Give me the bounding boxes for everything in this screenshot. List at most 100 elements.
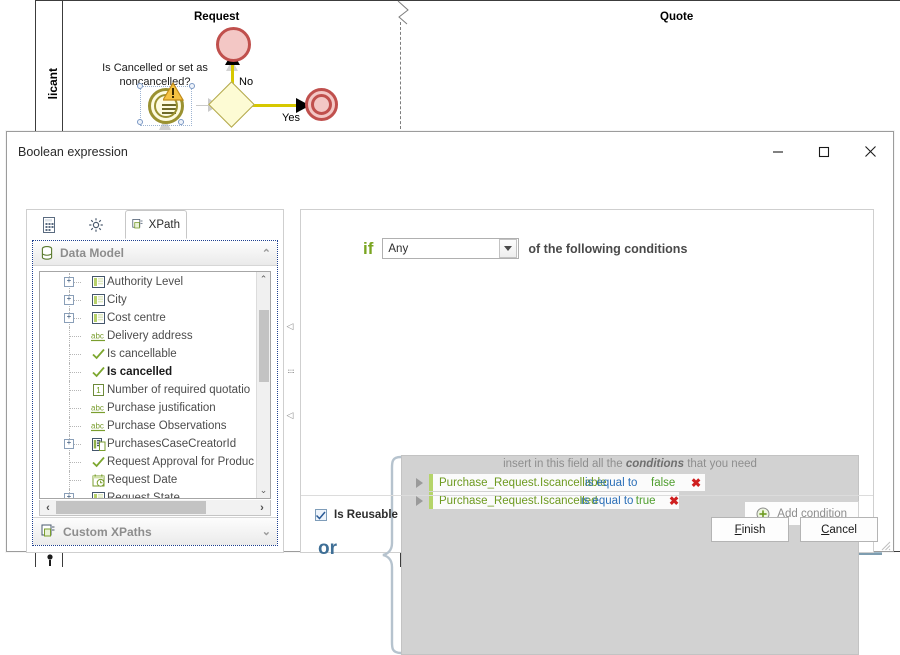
pool-top-border	[35, 0, 900, 1]
hint-post: that you need	[687, 458, 757, 470]
minimize-button[interactable]	[755, 137, 801, 167]
tree-item-purchase-justification[interactable]: abc Purchase justification	[40, 399, 256, 417]
splitter-collapse-left-icon-2[interactable]: ◁	[287, 410, 294, 421]
number-icon: 1	[90, 384, 107, 396]
maximize-button[interactable]	[801, 137, 847, 167]
condition-expander-icon[interactable]	[410, 477, 429, 488]
tree-item-is-cancellable[interactable]: Is cancellable	[40, 345, 256, 363]
data-model-accordion: Data Model ⌃ Authority Level City Cost cen…	[32, 240, 278, 546]
conditions-drop-area[interactable]: insert in this field all the conditions …	[401, 455, 859, 655]
tree-vertical-scrollbar[interactable]: ⌃ ⌄	[256, 272, 270, 498]
condition-operator[interactable]: is equal to	[585, 477, 651, 489]
tree-indent-guide	[43, 471, 90, 489]
close-button[interactable]	[847, 137, 893, 167]
tree-expander-icon[interactable]	[64, 493, 74, 498]
boolean-expression-dialog: Boolean expression XPath Data Model ⌃ + …	[6, 131, 894, 655]
tree-item-request-approval-for-produc[interactable]: Request Approval for Produc	[40, 453, 256, 471]
tree-item-request-date[interactable]: Request Date	[40, 471, 256, 489]
boolean-check-icon	[90, 456, 107, 468]
end-event-right[interactable]	[305, 88, 338, 121]
tree-item-label: PurchasesCaseCreatorId	[107, 438, 237, 450]
tree-expander-icon[interactable]	[64, 313, 74, 323]
tree-item-request-state[interactable]: Request State	[40, 489, 256, 498]
condition-variable[interactable]: Purchase_Request.Iscancelled	[433, 495, 598, 507]
tree-item-label: Is cancelled	[107, 366, 173, 378]
svg-text:abc: abc	[91, 422, 104, 431]
dialog-footer: Finish Cancel	[7, 509, 893, 553]
pane-splitter[interactable]: ◁ ⁞⁞ ◁	[284, 321, 296, 421]
chevron-up-icon[interactable]: ⌃	[262, 247, 271, 260]
scroll-up-arrow-icon[interactable]: ⌃	[257, 272, 270, 287]
pane-tabstrip: XPath	[27, 210, 283, 240]
tree-item-purchasescasecreatorid[interactable]: PurchasesCaseCreatorId	[40, 435, 256, 453]
resize-handle-se[interactable]	[178, 119, 184, 125]
tree-item-label: Request Approval for Produc	[107, 456, 255, 468]
data-model-tree[interactable]: Authority LevelCity Cost centre abcDeliver…	[39, 271, 271, 499]
tree-indent-guide	[43, 453, 90, 471]
tree-item-label: Request Date	[107, 474, 178, 486]
dialog-title: Boolean expression	[18, 144, 128, 159]
tree-indent-guide	[43, 291, 90, 309]
resize-grip-icon[interactable]	[879, 539, 891, 551]
finish-button[interactable]: Finish	[711, 517, 789, 542]
tree-vscroll-thumb[interactable]	[259, 310, 269, 382]
delete-condition-icon[interactable]: ✖	[691, 477, 701, 489]
dropdown-arrow-icon	[504, 245, 513, 251]
accordion-header-label: Data Model	[60, 246, 125, 260]
tree-item-cost-centre[interactable]: Cost centre	[40, 309, 256, 327]
lane-dashed-divider	[400, 22, 401, 134]
diagram-annotation: Is Cancelled or set as noncancelled?	[102, 62, 208, 88]
tab-xpath-label: XPath	[148, 218, 180, 231]
dialog-titlebar[interactable]: Boolean expression	[7, 132, 893, 171]
tree-item-delivery-address[interactable]: abc Delivery address	[40, 327, 256, 345]
condition-body[interactable]: Purchase_Request.Iscancellable is equal t…	[429, 474, 705, 491]
record-icon	[90, 437, 107, 451]
condition-operator[interactable]: is equal to	[581, 495, 636, 507]
condition-expander-icon[interactable]	[410, 495, 429, 506]
end-event-top[interactable]	[216, 27, 251, 62]
entity-icon	[90, 312, 107, 324]
conditions-hint: insert in this field all the conditions …	[402, 458, 858, 470]
resize-handle-sw[interactable]	[137, 119, 143, 125]
condition-row[interactable]: Purchase_Request.Iscancellable is equal t…	[410, 474, 705, 491]
tree-expander-icon[interactable]	[64, 439, 74, 449]
tree-item-city[interactable]: City	[40, 291, 256, 309]
delete-condition-icon[interactable]: ✖	[669, 495, 679, 507]
boolean-check-icon	[90, 348, 107, 360]
tree-item-label: Number of required quotatio	[107, 384, 251, 396]
cancel-label-rest: ancel	[829, 523, 857, 536]
finish-label-rest: inish	[741, 523, 766, 536]
tree-item-purchase-observations[interactable]: abc Purchase Observations	[40, 417, 256, 435]
tab-form-fields[interactable]	[31, 210, 67, 239]
tree-item-number-of-required-quotatio[interactable]: 1 Number of required quotatio	[40, 381, 256, 399]
tab-xpath[interactable]: XPath	[125, 210, 187, 239]
tree-indent-guide	[43, 327, 90, 345]
splitter-collapse-left-icon[interactable]: ◁	[287, 321, 294, 332]
tree-indent-guide	[43, 273, 90, 291]
scroll-down-arrow-icon[interactable]: ⌄	[257, 483, 270, 498]
svg-text:1: 1	[96, 386, 101, 395]
splitter-grip[interactable]: ⁞⁞	[286, 369, 295, 373]
condition-variable[interactable]: Purchase_Request.Iscancellable	[433, 477, 607, 489]
tree-item-is-cancelled[interactable]: Is cancelled	[40, 363, 256, 381]
tree-item-label: Cost centre	[107, 312, 166, 324]
entity-icon	[90, 276, 107, 288]
resize-handle-nw[interactable]	[137, 83, 143, 89]
flow-label-yes: Yes	[282, 112, 300, 124]
chevron-down-icon[interactable]	[499, 239, 518, 258]
tab-settings[interactable]	[78, 210, 114, 239]
xpath-icon	[132, 219, 143, 229]
condition-value[interactable]: false	[651, 477, 691, 489]
tree-expander-icon[interactable]	[64, 295, 74, 305]
match-mode-select[interactable]: Any	[382, 238, 520, 259]
close-icon	[864, 146, 876, 157]
lane-label-request: Request	[194, 11, 240, 23]
resize-handle-ne[interactable]	[189, 83, 195, 89]
warning-triangle-icon	[163, 82, 184, 101]
tree-expander-icon[interactable]	[64, 277, 74, 287]
pool-label-applicant: licant	[46, 68, 60, 100]
cancel-button[interactable]: Cancel	[800, 517, 878, 542]
accordion-header-data-model[interactable]: Data Model ⌃	[33, 241, 277, 266]
tree-item-authority-level[interactable]: Authority Level	[40, 273, 256, 291]
condition-value[interactable]: true	[636, 495, 669, 507]
